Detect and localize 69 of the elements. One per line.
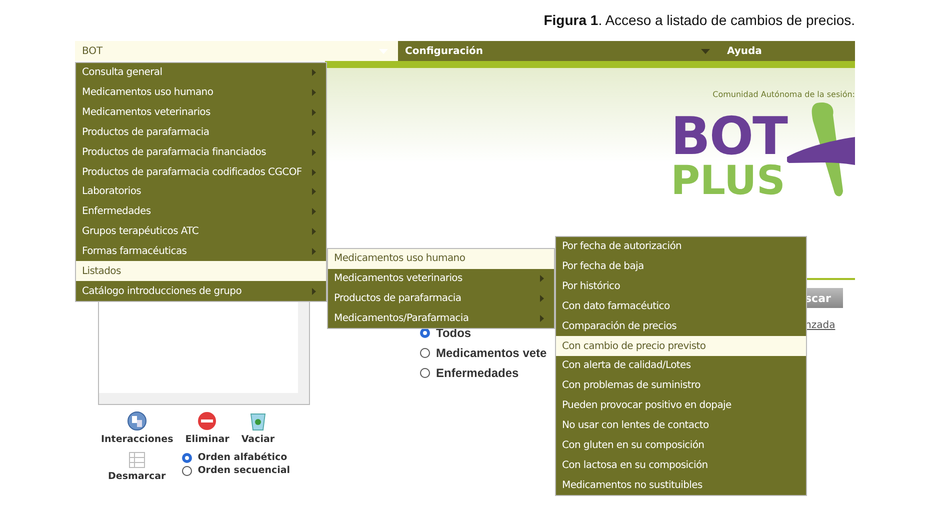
- submenu-arrow-icon: [312, 208, 316, 216]
- menu-item[interactable]: Con problemas de suministro: [556, 376, 806, 396]
- submenu-arrow-icon: [540, 314, 544, 322]
- radio-button[interactable]: [182, 466, 192, 476]
- menu-item[interactable]: Grupos terapéuticos ATC: [76, 222, 326, 242]
- action-button[interactable]: Eliminar: [185, 411, 230, 445]
- submenu-arrow-icon: [540, 275, 544, 282]
- radio-button[interactable]: [420, 328, 430, 338]
- submenu-arrow-icon: [312, 248, 316, 256]
- unmark-button[interactable]: Desmarcar: [108, 452, 166, 482]
- caret-icon: [701, 48, 710, 54]
- delete-icon: [197, 411, 218, 431]
- menu-item[interactable]: Productos de parafarmacia: [328, 288, 554, 309]
- menu-item[interactable]: Por histórico: [556, 276, 806, 297]
- menu-item[interactable]: Formas farmacéuticas: [76, 242, 326, 262]
- menu-bar-item[interactable]: BOT: [75, 41, 398, 61]
- horizontal-scrollbar[interactable]: [99, 393, 309, 404]
- menu-item[interactable]: No usar con lentes de contacto: [556, 416, 806, 436]
- type-option[interactable]: Medicamentos vete: [420, 346, 547, 360]
- menu-item[interactable]: Medicamentos uso humano: [76, 82, 326, 103]
- type-option[interactable]: Enfermedades: [420, 366, 547, 380]
- menu-item[interactable]: Con gluten en su composición: [556, 435, 806, 456]
- figure-caption: Figura 1. Acceso a listado de cambios de precios.: [542, 11, 856, 30]
- submenu-arrow-icon: [312, 188, 316, 196]
- menu-item[interactable]: Con cambio de precio previsto: [556, 336, 806, 356]
- action-button[interactable]: Vaciar: [241, 411, 275, 445]
- submenu-arrow-icon: [312, 288, 316, 295]
- menu-item[interactable]: Medicamentos veterinarios: [76, 102, 326, 123]
- submenu-arrow-icon: [312, 228, 316, 236]
- order-option[interactable]: Orden secuencial: [182, 465, 290, 476]
- menu-item[interactable]: Por fecha de autorización: [556, 237, 806, 257]
- interactions-icon: [127, 411, 148, 431]
- menu-item[interactable]: Productos de parafarmacia financiados: [76, 142, 326, 162]
- menu-item[interactable]: Comparación de precios: [556, 316, 806, 336]
- trash-icon: [250, 411, 266, 431]
- submenu-arrow-icon: [312, 69, 316, 76]
- radio-button[interactable]: [420, 368, 430, 378]
- submenu-arrow-icon: [540, 295, 544, 302]
- action-button[interactable]: Interacciones: [101, 411, 174, 445]
- menu-item[interactable]: Productos de parafarmacia: [76, 122, 326, 142]
- menu-item[interactable]: Productos de parafarmacia codificados CGCOF: [76, 162, 326, 182]
- menu-item[interactable]: Pueden provocar positivo en dopaje: [556, 396, 806, 416]
- menu-item[interactable]: Medicamentos veterinarios: [328, 268, 554, 289]
- submenu-arrow-icon: [312, 109, 316, 116]
- menu-bar-item[interactable]: Configuración: [398, 41, 720, 61]
- menu-item[interactable]: Con dato farmacéutico: [556, 296, 806, 316]
- vertical-scrollbar[interactable]: [298, 299, 309, 393]
- menu-item[interactable]: Medicamentos no sustituibles: [556, 475, 806, 495]
- menu-item[interactable]: Con lactosa en su composición: [556, 455, 806, 476]
- radio-button[interactable]: [182, 452, 192, 462]
- grid-icon: [128, 452, 145, 468]
- logo: BOT PLUS: [670, 101, 855, 201]
- menu-item[interactable]: Listados: [76, 261, 326, 282]
- menu-item[interactable]: Por fecha de baja: [556, 256, 806, 277]
- radio-button[interactable]: [420, 348, 430, 358]
- menu-item[interactable]: Catálogo introducciones de grupo: [76, 281, 326, 302]
- submenu-arrow-icon: [312, 89, 316, 96]
- submenu-arrow-icon: [312, 168, 316, 176]
- menu-item[interactable]: Medicamentos uso humano: [328, 249, 554, 269]
- menu-item[interactable]: Con alerta de calidad/Lotes: [556, 356, 806, 376]
- menu-item[interactable]: Consulta general: [76, 63, 326, 83]
- menu-item[interactable]: Enfermedades: [76, 202, 326, 222]
- order-option[interactable]: Orden alfabético: [182, 452, 290, 463]
- menu-item[interactable]: Laboratorios: [76, 182, 326, 202]
- submenu-arrow-icon: [312, 148, 316, 156]
- session-label: Comunidad Autónoma de la sesión:: [712, 90, 855, 99]
- menu-bar-item[interactable]: Ayuda: [720, 41, 855, 61]
- menu-item[interactable]: Medicamentos/Parafarmacia: [328, 308, 554, 328]
- submenu-arrow-icon: [312, 128, 316, 136]
